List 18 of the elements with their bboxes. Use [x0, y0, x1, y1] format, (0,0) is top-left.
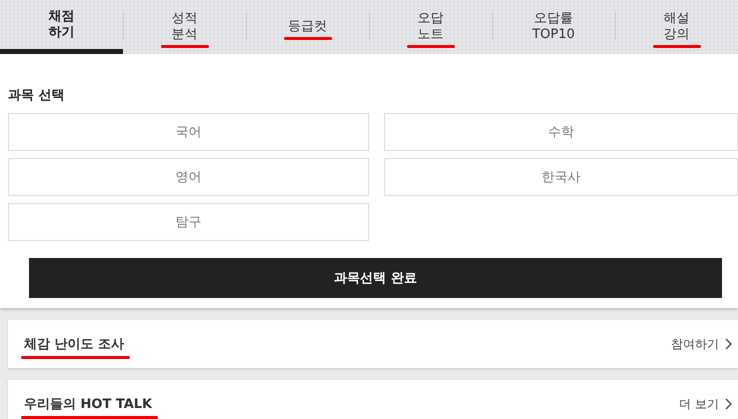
chevron-icon — [725, 398, 732, 410]
card-title: 우리들의 HOT TALK — [24, 395, 152, 413]
nav-tab[interactable]: 오답률 TOP10 — [492, 0, 615, 54]
subject-button[interactable]: 수학 — [384, 113, 738, 151]
card-link[interactable]: 더 보기 — [679, 396, 732, 412]
card-link[interactable]: 참여하기 — [671, 336, 732, 352]
nav-tab[interactable]: 해설 강의 — [615, 0, 738, 54]
chevron-icon — [725, 338, 732, 350]
submit-button[interactable]: 과목선택 완료 — [29, 258, 722, 298]
nav-tab[interactable]: 오답 노트 — [369, 0, 492, 54]
subject-button[interactable]: 국어 — [8, 113, 369, 151]
subject-button[interactable]: 한국사 — [384, 158, 738, 196]
subject-button[interactable]: 탐구 — [8, 203, 369, 241]
section-title: 과목 선택 — [8, 87, 66, 104]
nav-tab[interactable]: 성적 분석 — [123, 0, 246, 54]
card-title: 체감 난이도 조사 — [24, 335, 124, 353]
nav-tab[interactable]: 등급컷 — [246, 0, 369, 54]
subject-button[interactable]: 영어 — [8, 158, 369, 196]
